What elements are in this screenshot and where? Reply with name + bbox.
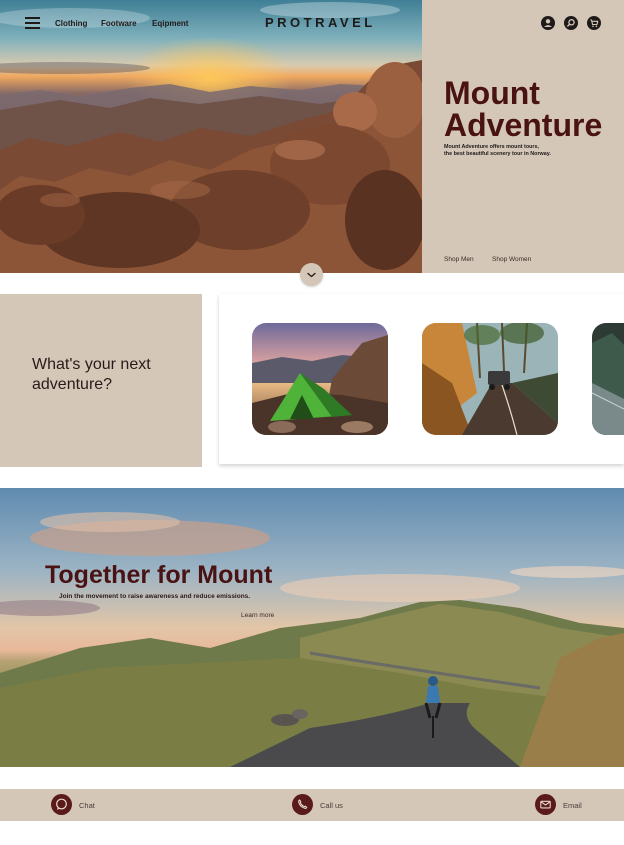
- adventure-card-road-trip[interactable]: [422, 323, 558, 435]
- nav-link-clothing[interactable]: Clothing: [55, 19, 87, 28]
- shop-women-link[interactable]: Shop Women: [492, 256, 531, 263]
- hero-section: Clothing Footware Eqipment PROTRAVEL Mou…: [0, 0, 624, 286]
- search-icon[interactable]: [564, 16, 578, 30]
- banner-image: [0, 512, 624, 767]
- chat-icon: [51, 794, 72, 815]
- account-icon[interactable]: [541, 16, 555, 30]
- nav-link-footware[interactable]: Footware: [101, 19, 137, 28]
- learn-more-link[interactable]: Learn more: [241, 612, 274, 619]
- scroll-down-button[interactable]: [300, 263, 323, 286]
- adventure-card-carousel[interactable]: [219, 294, 624, 464]
- top-navigation: Clothing Footware Eqipment PROTRAVEL: [0, 0, 624, 48]
- hero-description-line-2: the best beautiful scenery tour in Norwa…: [444, 151, 551, 157]
- banner-subtitle: Join the movement to raise awareness and…: [59, 593, 251, 600]
- chevron-down-icon: [307, 272, 316, 278]
- email-label: Email: [563, 801, 582, 810]
- together-banner: Together for Mount Join the movement to …: [0, 488, 624, 767]
- banner-title: Together for Mount: [45, 561, 273, 589]
- menu-icon[interactable]: [25, 17, 40, 29]
- hero-title: Mount Adventure: [444, 77, 602, 141]
- chat-label: Chat: [79, 801, 95, 810]
- hero-title-line-1: Mount: [444, 75, 540, 111]
- brand-logo[interactable]: PROTRAVEL: [265, 15, 376, 30]
- next-adventure-heading-line-2: adventure?: [32, 376, 113, 393]
- email-icon: [535, 794, 556, 815]
- adventure-card-mountain-trail[interactable]: [592, 323, 624, 435]
- next-adventure-heading: What's your next adventure?: [32, 355, 151, 395]
- hero-description: Mount Adventure offers mount tours, the …: [444, 144, 604, 158]
- adventure-card-tent[interactable]: [252, 323, 388, 435]
- call-label: Call us: [320, 801, 343, 810]
- next-adventure-heading-line-1: What's your next: [32, 356, 151, 373]
- nav-link-equipment[interactable]: Eqipment: [152, 19, 188, 28]
- phone-icon: [292, 794, 313, 815]
- cart-icon[interactable]: [587, 16, 601, 30]
- contact-bar: Chat Call us Email: [0, 789, 624, 821]
- hero-description-line-1: Mount Adventure offers mount tours,: [444, 144, 540, 150]
- shop-men-link[interactable]: Shop Men: [444, 256, 474, 263]
- hero-title-line-2: Adventure: [444, 107, 603, 143]
- next-adventure-panel: What's your next adventure?: [0, 294, 202, 467]
